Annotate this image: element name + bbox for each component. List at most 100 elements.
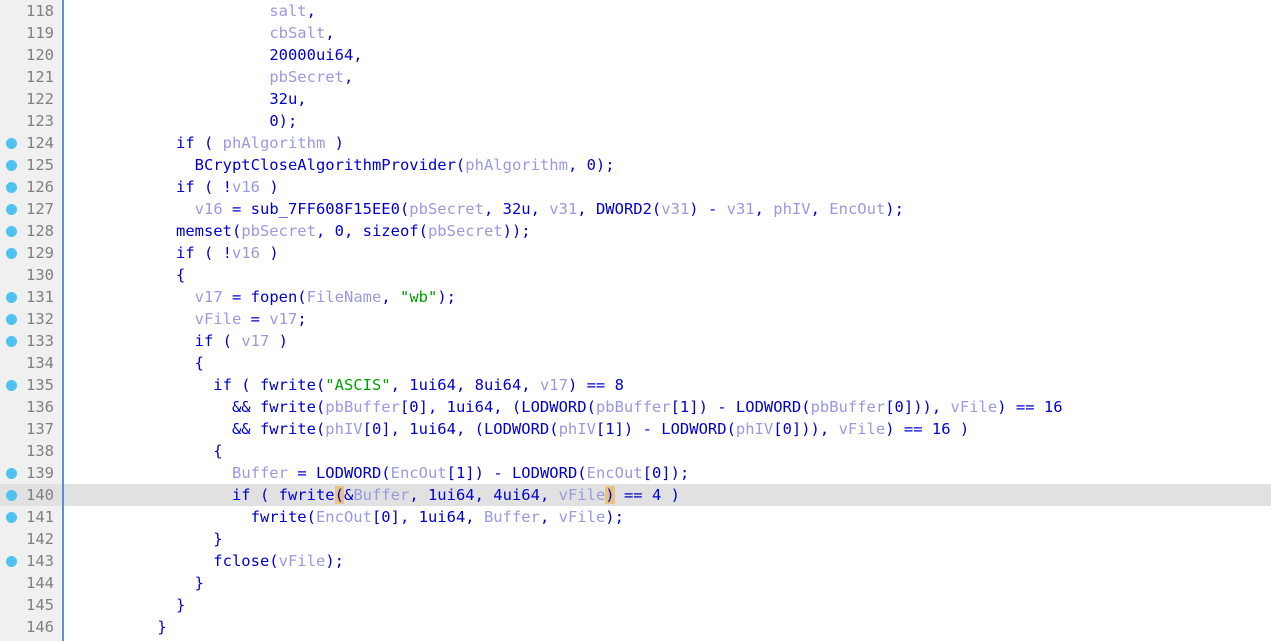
code-text[interactable]: if ( fwrite("ASCIS", 1ui64, 8ui64, v17) … (64, 374, 624, 396)
code-line[interactable]: 131 v17 = fopen(FileName, "wb"); (0, 286, 1271, 308)
code-token: [0], 1ui64, (LODWORD( (399, 398, 596, 416)
line-number: 138 (26, 442, 54, 460)
identifier-token: v16 (231, 178, 260, 196)
code-text[interactable]: fclose(vFile); (64, 550, 344, 572)
line-number: 143 (26, 552, 54, 570)
code-token: , (539, 508, 559, 526)
code-token: ); (885, 200, 904, 218)
code-token: } (64, 530, 223, 548)
identifier-token: salt (269, 2, 307, 20)
code-line[interactable]: 146 } (0, 616, 1271, 638)
code-line[interactable]: 135 if ( fwrite("ASCIS", 1ui64, 8ui64, v… (0, 374, 1271, 396)
code-text[interactable]: Buffer = LODWORD(EncOut[1]) - LODWORD(En… (64, 462, 689, 484)
code-token: if ( (64, 332, 242, 350)
code-token: if ( (64, 134, 223, 152)
code-text[interactable]: if ( phAlgorithm ) (64, 132, 344, 154)
line-number: 125 (26, 156, 54, 174)
line-number: 134 (26, 354, 54, 372)
code-text[interactable]: if ( v17 ) (64, 330, 288, 352)
code-line[interactable]: 119 cbSalt, (0, 22, 1271, 44)
identifier-token: FileName (306, 288, 382, 306)
code-line[interactable]: 118 salt, (0, 0, 1271, 22)
identifier-token: EncOut (390, 464, 447, 482)
code-token: BCryptCloseAlgorithmProvider( (64, 156, 466, 174)
code-text[interactable]: BCryptCloseAlgorithmProvider(phAlgorithm… (64, 154, 615, 176)
code-line[interactable]: 125 BCryptCloseAlgorithmProvider(phAlgor… (0, 154, 1271, 176)
code-text[interactable]: memset(pbSecret, 0, sizeof(pbSecret)); (64, 220, 531, 242)
code-token: ) - (689, 200, 727, 218)
code-line[interactable]: 133 if ( v17 ) (0, 330, 1271, 352)
code-line[interactable]: 138 { (0, 440, 1271, 462)
code-line[interactable]: 141 fwrite(EncOut[0], 1ui64, Buffer, vFi… (0, 506, 1271, 528)
code-token: , 1ui64, 4ui64, (409, 486, 559, 504)
line-number: 118 (26, 2, 54, 20)
code-text[interactable]: 32u, (64, 88, 307, 110)
code-text[interactable]: } (64, 594, 185, 616)
pseudocode-editor[interactable]: 118 salt, 119 cbSalt, 120 20000ui64, 121 pb… (0, 0, 1271, 641)
code-text[interactable]: { (64, 264, 185, 286)
code-token: [0], 1ui64, (371, 508, 484, 526)
code-line[interactable]: 136 && fwrite(pbBuffer[0], 1ui64, (LODWO… (0, 396, 1271, 418)
line-number: 133 (26, 332, 54, 350)
code-line[interactable]: 143 fclose(vFile); (0, 550, 1271, 572)
code-token: 0); (269, 112, 298, 130)
code-token: 32u, (269, 90, 307, 108)
code-line[interactable]: 130 { (0, 264, 1271, 286)
code-text[interactable]: if ( !v16 ) (64, 242, 279, 264)
code-text[interactable]: } (64, 616, 167, 638)
code-line[interactable]: 144 } (0, 572, 1271, 594)
code-text[interactable]: } (64, 572, 204, 594)
code-text[interactable]: && fwrite(phIV[0], 1ui64, (LODWORD(phIV[… (64, 418, 969, 440)
code-line[interactable]: 127 v16 = sub_7FF608F15EE0(pbSecret, 32u… (0, 198, 1271, 220)
identifier-token: v17 (269, 310, 298, 328)
code-text[interactable]: pbSecret, (64, 66, 353, 88)
code-text[interactable]: v16 = sub_7FF608F15EE0(pbSecret, 32u, v3… (64, 198, 904, 220)
code-text[interactable]: fwrite(EncOut[0], 1ui64, Buffer, vFile); (64, 506, 624, 528)
line-number: 119 (26, 24, 54, 42)
code-text[interactable]: salt, (64, 0, 316, 22)
line-number: 140 (26, 486, 54, 504)
line-number: 123 (26, 112, 54, 130)
code-line[interactable]: 145 } (0, 594, 1271, 616)
code-token: ) (269, 332, 288, 350)
line-number: 144 (26, 574, 54, 592)
code-line[interactable]: 140 if ( fwrite(&Buffer, 1ui64, 4ui64, v… (0, 484, 1271, 506)
code-line[interactable]: 120 20000ui64, (0, 44, 1271, 66)
code-text[interactable]: } (64, 528, 223, 550)
code-line[interactable]: 122 32u, (0, 88, 1271, 110)
code-text[interactable]: cbSalt, (64, 22, 334, 44)
line-number: 121 (26, 68, 54, 86)
code-line[interactable]: 134 { (0, 352, 1271, 374)
code-line[interactable]: 123 0); (0, 110, 1271, 132)
code-token: } (64, 618, 167, 636)
code-line[interactable]: 132 vFile = v17; (0, 308, 1271, 330)
code-line[interactable]: 129 if ( !v16 ) (0, 242, 1271, 264)
code-line[interactable]: 139 Buffer = LODWORD(EncOut[1]) - LODWOR… (0, 462, 1271, 484)
code-token: fclose( (64, 552, 279, 570)
code-line[interactable]: 121 pbSecret, (0, 66, 1271, 88)
code-text[interactable]: if ( !v16 ) (64, 176, 279, 198)
line-number: 142 (26, 530, 54, 548)
code-token: , 1ui64, 8ui64, (390, 376, 540, 394)
code-text[interactable]: if ( fwrite(&Buffer, 1ui64, 4ui64, vFile… (64, 484, 680, 506)
code-text[interactable]: { (64, 352, 204, 374)
code-line[interactable]: 128 memset(pbSecret, 0, sizeof(pbSecret)… (0, 220, 1271, 242)
identifier-token: v17 (539, 376, 568, 394)
code-text[interactable]: 0); (64, 110, 297, 132)
code-text[interactable]: && fwrite(pbBuffer[0], 1ui64, (LODWORD(p… (64, 396, 1063, 418)
code-text[interactable]: { (64, 440, 222, 462)
identifier-token: EncOut (315, 508, 372, 526)
code-text[interactable]: v17 = fopen(FileName, "wb"); (64, 286, 456, 308)
code-text[interactable]: vFile = v17; (64, 308, 307, 330)
code-line[interactable]: 124 if ( phAlgorithm ) (0, 132, 1271, 154)
code-token: & (343, 486, 354, 504)
code-line[interactable]: 142 } (0, 528, 1271, 550)
code-text[interactable]: 20000ui64, (64, 44, 362, 66)
code-line[interactable]: 126 if ( !v16 ) (0, 176, 1271, 198)
code-line[interactable]: 137 && fwrite(phIV[0], 1ui64, (LODWORD(p… (0, 418, 1271, 440)
code-token: } (64, 574, 204, 592)
code-token: , (306, 2, 316, 20)
identifier-token: pbSecret (241, 222, 316, 240)
